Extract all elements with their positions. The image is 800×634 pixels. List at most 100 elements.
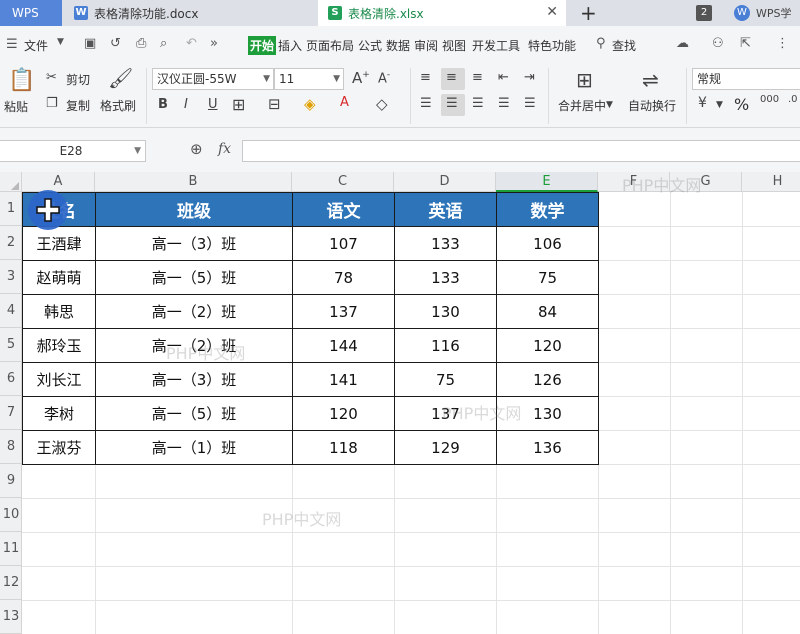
cell[interactable]: 106 <box>496 226 599 261</box>
row-header[interactable]: 9 <box>0 464 22 498</box>
tab-docx[interactable]: W 表格清除功能.docx <box>64 0 316 26</box>
menu-tab-home[interactable]: 开始 <box>248 36 277 55</box>
cell[interactable]: 137 <box>292 294 395 329</box>
italic-icon[interactable]: I <box>184 97 188 112</box>
cell[interactable]: 107 <box>292 226 395 261</box>
cell[interactable]: 王淑芬 <box>22 430 96 465</box>
insert-function-button[interactable]: fx <box>218 141 231 157</box>
increase-indent-icon[interactable]: ⇥ <box>524 70 535 85</box>
row-header[interactable]: 3 <box>0 260 22 294</box>
paste-icon[interactable]: 📋 <box>8 68 35 93</box>
align-top-icon[interactable]: ≡ <box>420 70 431 85</box>
row-header[interactable]: 7 <box>0 396 22 430</box>
more-chevron-icon[interactable]: » <box>210 36 218 51</box>
cell[interactable]: 高一（5）班 <box>95 396 293 431</box>
cell[interactable]: 75 <box>496 260 599 295</box>
underline-icon[interactable]: U <box>208 97 218 112</box>
font-name-select[interactable]: 汉仪正圆-55W ▼ <box>152 68 274 90</box>
font-size-select[interactable]: 11 ▼ <box>274 68 344 90</box>
cell[interactable]: 高一（5）班 <box>95 260 293 295</box>
tab-xlsx[interactable]: S 表格清除.xlsx ✕ <box>318 0 566 26</box>
more-options-icon[interactable]: ⋮ <box>776 36 789 51</box>
cell[interactable]: 75 <box>394 362 497 397</box>
cell[interactable]: 116 <box>394 328 497 363</box>
fill-color-icon[interactable]: ◈ <box>304 95 316 113</box>
increase-font-icon[interactable]: A+ <box>352 69 370 87</box>
cell[interactable]: 高一（2）班 <box>95 294 293 329</box>
row-header[interactable]: 1 <box>0 192 22 226</box>
header-cell-chinese[interactable]: 语文 <box>292 192 395 227</box>
cell[interactable]: 133 <box>394 226 497 261</box>
menu-tab-features[interactable]: 特色功能 <box>528 37 576 54</box>
cell[interactable]: 刘长江 <box>22 362 96 397</box>
menu-file[interactable]: 文件 <box>24 37 48 54</box>
font-color-icon[interactable]: A <box>340 95 349 110</box>
cell[interactable]: 高一（1）班 <box>95 430 293 465</box>
cell[interactable]: 王酒肆 <box>22 226 96 261</box>
export-icon[interactable]: ⇱ <box>740 36 751 51</box>
name-box[interactable]: E28 ▼ <box>0 140 146 162</box>
cell[interactable]: 144 <box>292 328 395 363</box>
align-middle-icon[interactable]: ≡ <box>446 70 457 85</box>
header-cell-class[interactable]: 班级 <box>95 192 293 227</box>
search-icon[interactable]: ⚲ <box>596 36 606 51</box>
cell[interactable]: 126 <box>496 362 599 397</box>
decrease-font-icon[interactable]: A- <box>378 70 390 86</box>
menu-tab-view[interactable]: 视图 <box>442 37 466 54</box>
cloud-sync-icon[interactable]: ☁ <box>676 36 689 51</box>
scissors-icon[interactable]: ✂ <box>46 70 57 85</box>
close-tab-icon[interactable]: ✕ <box>546 4 558 20</box>
row-header[interactable]: 6 <box>0 362 22 396</box>
merge-center-button[interactable]: 合并居中 <box>558 97 606 114</box>
cell[interactable]: 129 <box>394 430 497 465</box>
undo-history-icon[interactable]: ↺ <box>110 36 121 51</box>
window-count-badge[interactable]: 2 <box>696 5 712 21</box>
row-header[interactable]: 13 <box>0 600 22 634</box>
cell[interactable]: 韩思 <box>22 294 96 329</box>
row-header[interactable]: 2 <box>0 226 22 260</box>
percent-button[interactable]: % <box>734 95 749 114</box>
currency-icon[interactable]: ¥ <box>698 95 707 111</box>
decrease-indent-icon[interactable]: ⇤ <box>498 70 509 85</box>
thousands-separator-icon[interactable]: 000 <box>760 94 779 105</box>
row-header[interactable]: 4 <box>0 294 22 328</box>
cell[interactable]: 84 <box>496 294 599 329</box>
cell[interactable]: 120 <box>292 396 395 431</box>
formula-input[interactable] <box>242 140 800 162</box>
chevron-down-icon[interactable]: ▼ <box>57 37 64 47</box>
zoom-lens-icon[interactable]: ⊕ <box>190 140 203 158</box>
copy-icon[interactable]: ❐ <box>46 96 58 111</box>
paste-button[interactable]: 粘贴 <box>4 98 28 115</box>
wrap-text-button[interactable]: 自动换行 <box>628 97 676 114</box>
column-header-c[interactable]: C <box>292 172 394 192</box>
menu-tab-data[interactable]: 数据 <box>386 37 410 54</box>
cell[interactable]: 赵萌萌 <box>22 260 96 295</box>
cell-style-icon[interactable]: ⊟ <box>268 95 281 113</box>
number-format-select[interactable]: 常规 <box>692 68 800 90</box>
wps-home-tab[interactable]: WPS <box>0 0 62 26</box>
cell[interactable]: 高一（3）班 <box>95 362 293 397</box>
header-cell-english[interactable]: 英语 <box>394 192 497 227</box>
cell[interactable]: 130 <box>394 294 497 329</box>
borders-icon[interactable]: ⊞ <box>232 95 245 114</box>
justify-icon[interactable]: ☰ <box>498 96 510 111</box>
hamburger-menu-icon[interactable]: ☰ <box>6 37 18 52</box>
share-user-icon[interactable]: ⚇ <box>712 36 724 51</box>
column-header-h[interactable]: H <box>742 172 800 192</box>
header-cell-math[interactable]: 数学 <box>496 192 599 227</box>
bold-icon[interactable]: B <box>158 97 168 112</box>
align-left-icon[interactable]: ☰ <box>420 96 432 111</box>
undo-icon[interactable]: ↶ <box>186 36 197 51</box>
cell[interactable]: 高一（3）班 <box>95 226 293 261</box>
menu-tab-developer[interactable]: 开发工具 <box>472 37 520 54</box>
row-header[interactable]: 11 <box>0 532 22 566</box>
format-painter-button[interactable]: 格式刷 <box>100 97 136 114</box>
row-header[interactable]: 5 <box>0 328 22 362</box>
column-header-b[interactable]: B <box>95 172 292 192</box>
align-center-icon[interactable]: ☰ <box>446 96 458 111</box>
add-tab-icon[interactable]: + <box>580 1 597 25</box>
merge-center-icon[interactable]: ⊞ <box>576 68 593 92</box>
copy-button[interactable]: 复制 <box>66 97 90 114</box>
distributed-align-icon[interactable]: ☰ <box>524 96 536 111</box>
cell[interactable]: 120 <box>496 328 599 363</box>
